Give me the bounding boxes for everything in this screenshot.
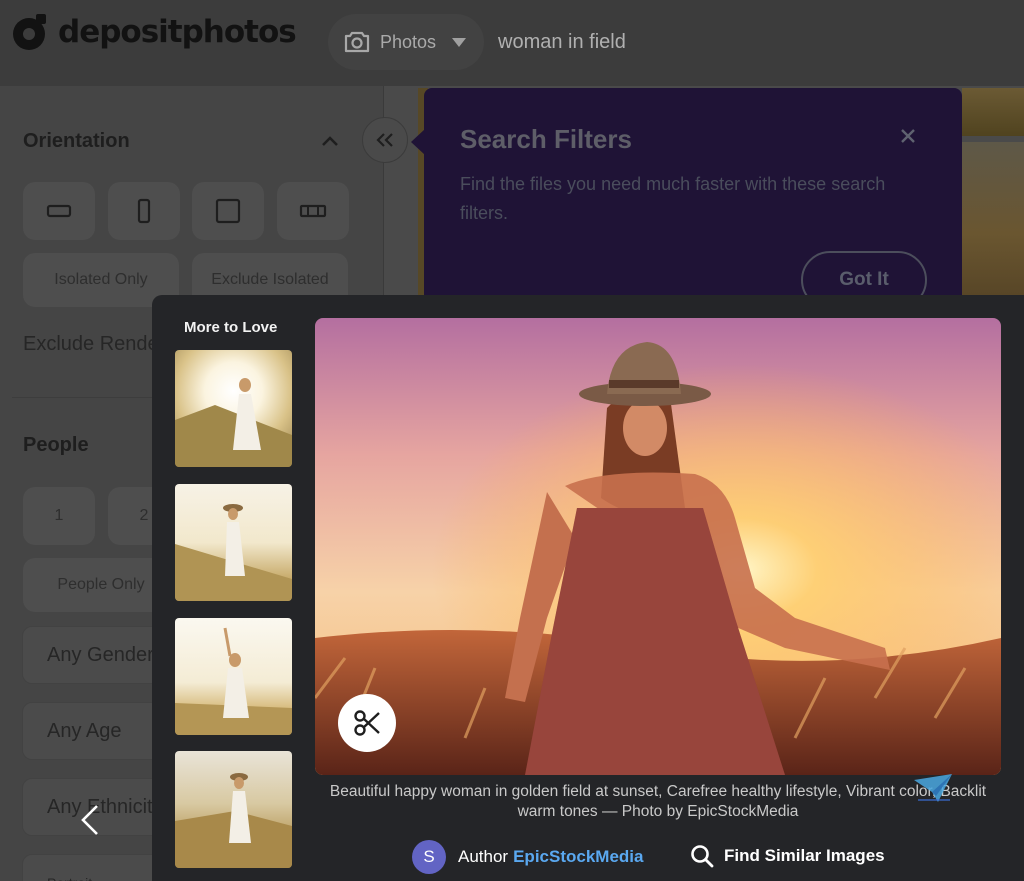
people-title: People xyxy=(23,434,89,456)
collapse-sidebar-button[interactable] xyxy=(362,117,408,163)
camera-icon xyxy=(344,31,370,53)
scissors-icon xyxy=(354,710,380,736)
panorama-orientation-icon xyxy=(299,204,327,218)
close-icon[interactable] xyxy=(900,128,916,144)
image-preview-modal: More to Love Beautiful happy woman in go… xyxy=(152,295,1024,881)
square-orientation-icon xyxy=(215,198,241,224)
search-input[interactable] xyxy=(498,24,998,60)
related-thumbnail[interactable] xyxy=(175,350,292,467)
orientation-vertical-button[interactable] xyxy=(108,182,180,240)
vertical-orientation-icon xyxy=(137,198,151,224)
main-preview-image[interactable] xyxy=(315,318,1001,775)
depositphotos-logo[interactable]: depositphotos xyxy=(12,14,297,50)
woman-silhouette-image xyxy=(175,627,292,735)
woman-in-golden-field-photo xyxy=(315,318,1001,775)
woman-silhouette-image xyxy=(175,773,292,868)
woman-silhouette-image xyxy=(175,504,292,601)
search-filters-tooltip: Search Filters Find the files you need m… xyxy=(424,88,962,309)
more-to-love-title: More to Love xyxy=(184,319,278,336)
image-caption: Beautiful happy woman in golden field at… xyxy=(329,783,987,820)
logo-text: depositphotos xyxy=(58,14,297,50)
author-label: Author xyxy=(458,847,509,866)
watermark-plane-icon xyxy=(914,774,952,802)
related-thumbnail[interactable] xyxy=(175,618,292,735)
tooltip-title: Search Filters xyxy=(460,124,632,154)
chevron-up-icon[interactable] xyxy=(322,136,338,146)
related-thumbnail[interactable] xyxy=(175,751,292,868)
tooltip-arrow xyxy=(411,129,425,155)
tooltip-text: Find the files you need much faster with… xyxy=(460,174,886,223)
search-icon xyxy=(691,845,714,868)
woman-silhouette-image xyxy=(175,378,292,467)
find-similar-button[interactable]: Find Similar Images xyxy=(690,844,885,868)
people-count-1-button[interactable]: 1 xyxy=(23,487,95,545)
caret-down-icon xyxy=(452,37,467,47)
top-header: depositphotos Photos xyxy=(0,0,1024,86)
double-chevron-left-icon xyxy=(376,133,393,147)
remove-background-button[interactable] xyxy=(338,694,396,752)
result-thumbnail[interactable] xyxy=(962,142,1024,295)
camera-lens-logo-icon xyxy=(12,14,48,50)
author-credit: Author EpicStockMedia xyxy=(458,847,643,867)
author-avatar[interactable]: S xyxy=(412,840,446,874)
related-thumbnail[interactable] xyxy=(175,484,292,601)
result-thumbnail[interactable] xyxy=(962,88,1024,136)
orientation-horizontal-button[interactable] xyxy=(23,182,95,240)
author-name-link[interactable]: EpicStockMedia xyxy=(513,847,643,866)
horizontal-orientation-icon xyxy=(46,204,72,218)
previous-image-button[interactable] xyxy=(75,800,105,840)
orientation-square-button[interactable] xyxy=(192,182,264,240)
orientation-title: Orientation xyxy=(23,130,130,152)
orientation-panorama-button[interactable] xyxy=(277,182,349,240)
content-type-select[interactable]: Photos xyxy=(328,14,484,70)
exclude-renders-option[interactable]: Exclude Rende xyxy=(23,333,159,356)
content-type-label: Photos xyxy=(380,31,437,52)
chevron-left-icon xyxy=(81,805,98,835)
find-similar-label: Find Similar Images xyxy=(724,846,885,865)
